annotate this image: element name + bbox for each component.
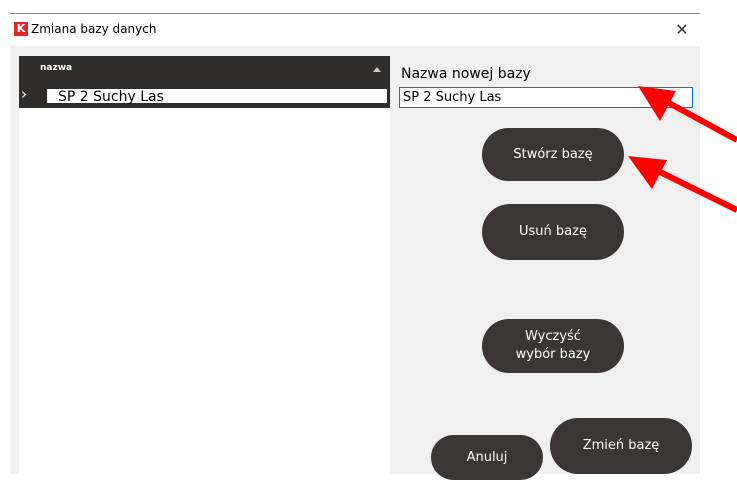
annotation-arrows: [628, 86, 737, 213]
arrow-to-create-button-icon: [628, 156, 737, 213]
arrow-to-input-icon: [638, 86, 737, 143]
